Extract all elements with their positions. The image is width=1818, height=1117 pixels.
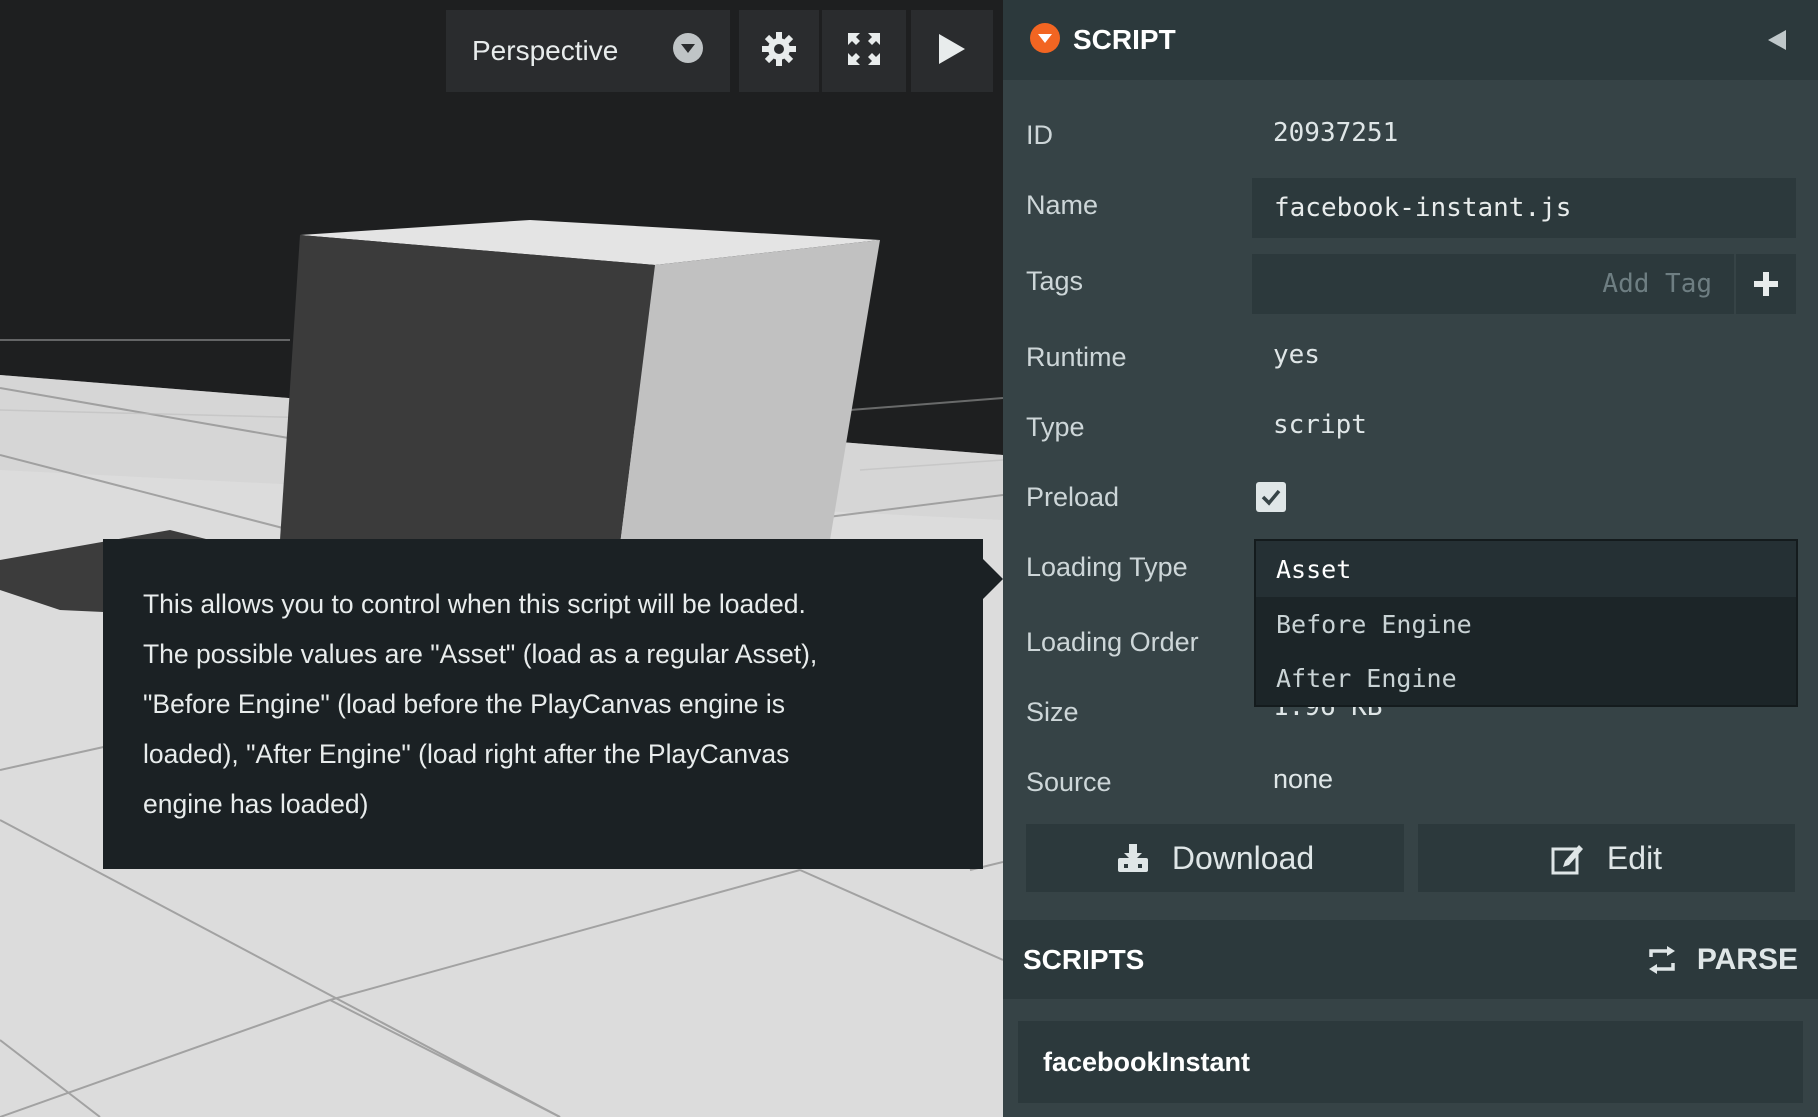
script-inspector-panel: SCRIPT ID 20937251 Name facebook-instant…: [1003, 0, 1818, 1117]
gear-icon: [760, 30, 798, 73]
loading-type-tooltip: This allows you to control when this scr…: [103, 539, 1003, 869]
size-label: Size: [1026, 697, 1079, 727]
tooltip-arrow: [983, 559, 1003, 599]
tags-placeholder: Add Tag: [1602, 269, 1712, 299]
runtime-label: Runtime: [1026, 342, 1127, 372]
camera-select-label: Perspective: [472, 35, 619, 66]
id-label: ID: [1026, 120, 1053, 150]
tooltip-line: The possible values are "Asset" (load as…: [143, 639, 818, 669]
download-button-label: Download: [1171, 839, 1315, 876]
tooltip-line: This allows you to control when this scr…: [143, 589, 806, 619]
download-button[interactable]: Download: [1026, 824, 1404, 892]
edit-button-label: Edit: [1606, 839, 1663, 876]
panel-header[interactable]: SCRIPT: [1003, 0, 1818, 80]
checkmark-icon: [1261, 489, 1281, 506]
dropdown-option-after-engine[interactable]: After Engine: [1256, 651, 1796, 705]
chevron-down-icon: [672, 32, 704, 71]
preload-checkbox[interactable]: [1256, 482, 1286, 512]
add-tag-button[interactable]: [1734, 254, 1796, 314]
collapse-panel-icon[interactable]: [1766, 28, 1788, 57]
refresh-icon: [1648, 945, 1675, 974]
scripts-section-header: SCRIPTS PARSE: [1003, 920, 1818, 999]
type-value: script: [1273, 410, 1367, 440]
tooltip-line: "Before Engine" (load before the PlayCan…: [143, 689, 785, 719]
preload-label: Preload: [1026, 482, 1120, 512]
name-label: Name: [1026, 190, 1099, 220]
fullscreen-button[interactable]: [822, 10, 906, 92]
tooltip-line: loaded), "After Engine" (load right afte…: [143, 739, 790, 769]
tags-input[interactable]: Add Tag: [1252, 254, 1796, 314]
parse-button-label: PARSE: [1696, 942, 1798, 976]
edit-icon: [1551, 845, 1583, 875]
download-icon: [1117, 844, 1148, 872]
source-label: Source: [1026, 767, 1112, 797]
dropdown-option-asset[interactable]: Asset: [1256, 541, 1796, 597]
launch-button[interactable]: [911, 10, 993, 92]
parse-button[interactable]: PARSE: [1647, 920, 1798, 999]
loading-type-dropdown[interactable]: Asset Before Engine After Engine: [1254, 539, 1798, 707]
runtime-value: yes: [1273, 340, 1320, 370]
settings-button[interactable]: [739, 10, 819, 92]
script-list-item[interactable]: facebookInstant: [1018, 1021, 1803, 1103]
camera-select[interactable]: Perspective: [446, 10, 730, 92]
loading-type-label: Loading Type: [1026, 552, 1188, 582]
3d-viewport[interactable]: Perspective This allows you to control w…: [0, 0, 1003, 1117]
name-field-value: facebook-instant.js: [1274, 193, 1572, 223]
script-name: facebookInstant: [1043, 1046, 1251, 1077]
id-value: 20937251: [1273, 118, 1399, 148]
fold-toggle-icon[interactable]: [1029, 22, 1061, 59]
scripts-section-title: SCRIPTS: [1023, 943, 1145, 975]
tags-label: Tags: [1026, 266, 1084, 296]
source-value: none: [1273, 764, 1334, 794]
name-field[interactable]: facebook-instant.js: [1252, 178, 1796, 238]
play-icon: [937, 32, 967, 71]
type-label: Type: [1026, 412, 1085, 442]
plus-icon: [1754, 272, 1778, 296]
tooltip-line: engine has loaded): [143, 789, 369, 819]
fullscreen-icon: [846, 31, 882, 72]
panel-title: SCRIPT: [1073, 24, 1176, 55]
loading-order-label: Loading Order: [1026, 627, 1199, 657]
edit-button[interactable]: Edit: [1418, 824, 1795, 892]
dropdown-option-before-engine[interactable]: Before Engine: [1256, 597, 1796, 651]
